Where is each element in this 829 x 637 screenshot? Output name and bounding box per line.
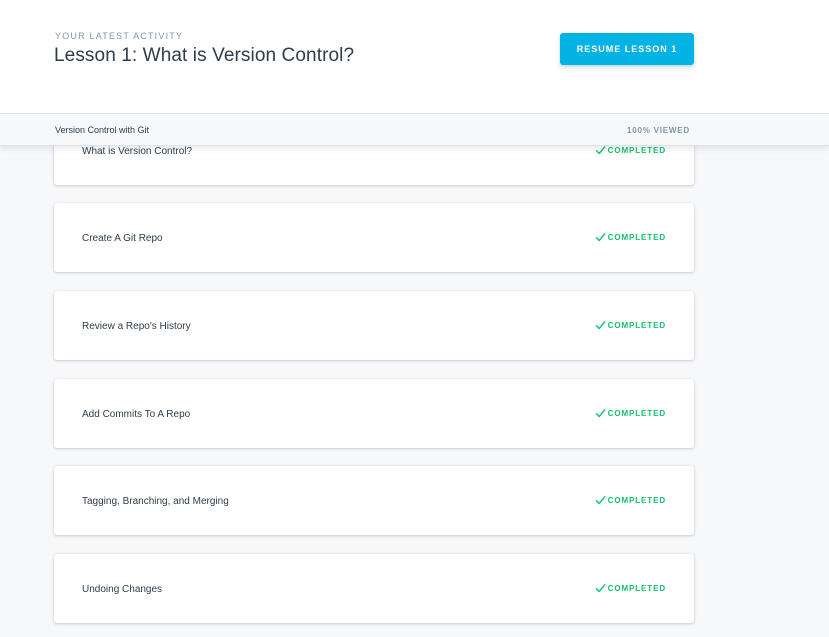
lesson-card[interactable]: Add Commits To A Repo COMPLETED (54, 379, 694, 448)
check-icon (595, 145, 606, 156)
check-icon (595, 408, 606, 419)
course-bar: Version Control with Git 100% VIEWED (0, 114, 829, 146)
activity-title: Lesson 1: What is Version Control? (54, 45, 355, 66)
lesson-card[interactable]: Undoing Changes COMPLETED (54, 554, 694, 623)
lesson-status: COMPLETED (595, 408, 666, 419)
resume-lesson-button[interactable]: RESUME LESSON 1 (560, 33, 694, 65)
lesson-title: Undoing Changes (82, 584, 163, 595)
lesson-status: COMPLETED (595, 145, 666, 156)
lesson-status-label: COMPLETED (607, 496, 666, 505)
lesson-title: Review a Repo's History (82, 321, 191, 332)
lesson-card[interactable]: Review a Repo's History COMPLETED (54, 291, 694, 360)
lesson-status-label: COMPLETED (607, 584, 666, 593)
course-name: Version Control with Git (55, 125, 150, 135)
lesson-card[interactable]: Tagging, Branching, and Merging COMPLETE… (54, 466, 694, 535)
latest-activity-header: YOUR LATEST ACTIVITY Lesson 1: What is V… (0, 0, 829, 114)
lesson-title: Add Commits To A Repo (82, 409, 191, 420)
lesson-status: COMPLETED (595, 232, 666, 243)
page: What is Version Control? COMPLETED Creat… (0, 0, 829, 637)
lesson-title: Tagging, Branching, and Merging (82, 496, 229, 507)
lesson-status-label: COMPLETED (607, 233, 666, 242)
lesson-status-label: COMPLETED (607, 146, 666, 155)
lesson-status-label: COMPLETED (607, 409, 666, 418)
lesson-status: COMPLETED (595, 320, 666, 331)
lesson-status: COMPLETED (595, 495, 666, 506)
lesson-title: Create A Git Repo (82, 233, 163, 244)
lesson-status-label: COMPLETED (607, 321, 666, 330)
check-icon (595, 495, 606, 506)
activity-eyebrow: YOUR LATEST ACTIVITY (55, 31, 184, 41)
lesson-title: What is Version Control? (82, 146, 193, 157)
lesson-status: COMPLETED (595, 583, 666, 594)
lesson-card[interactable]: Create A Git Repo COMPLETED (54, 203, 694, 272)
check-icon (595, 232, 606, 243)
check-icon (595, 320, 606, 331)
check-icon (595, 583, 606, 594)
course-progress: 100% VIEWED (626, 126, 690, 135)
